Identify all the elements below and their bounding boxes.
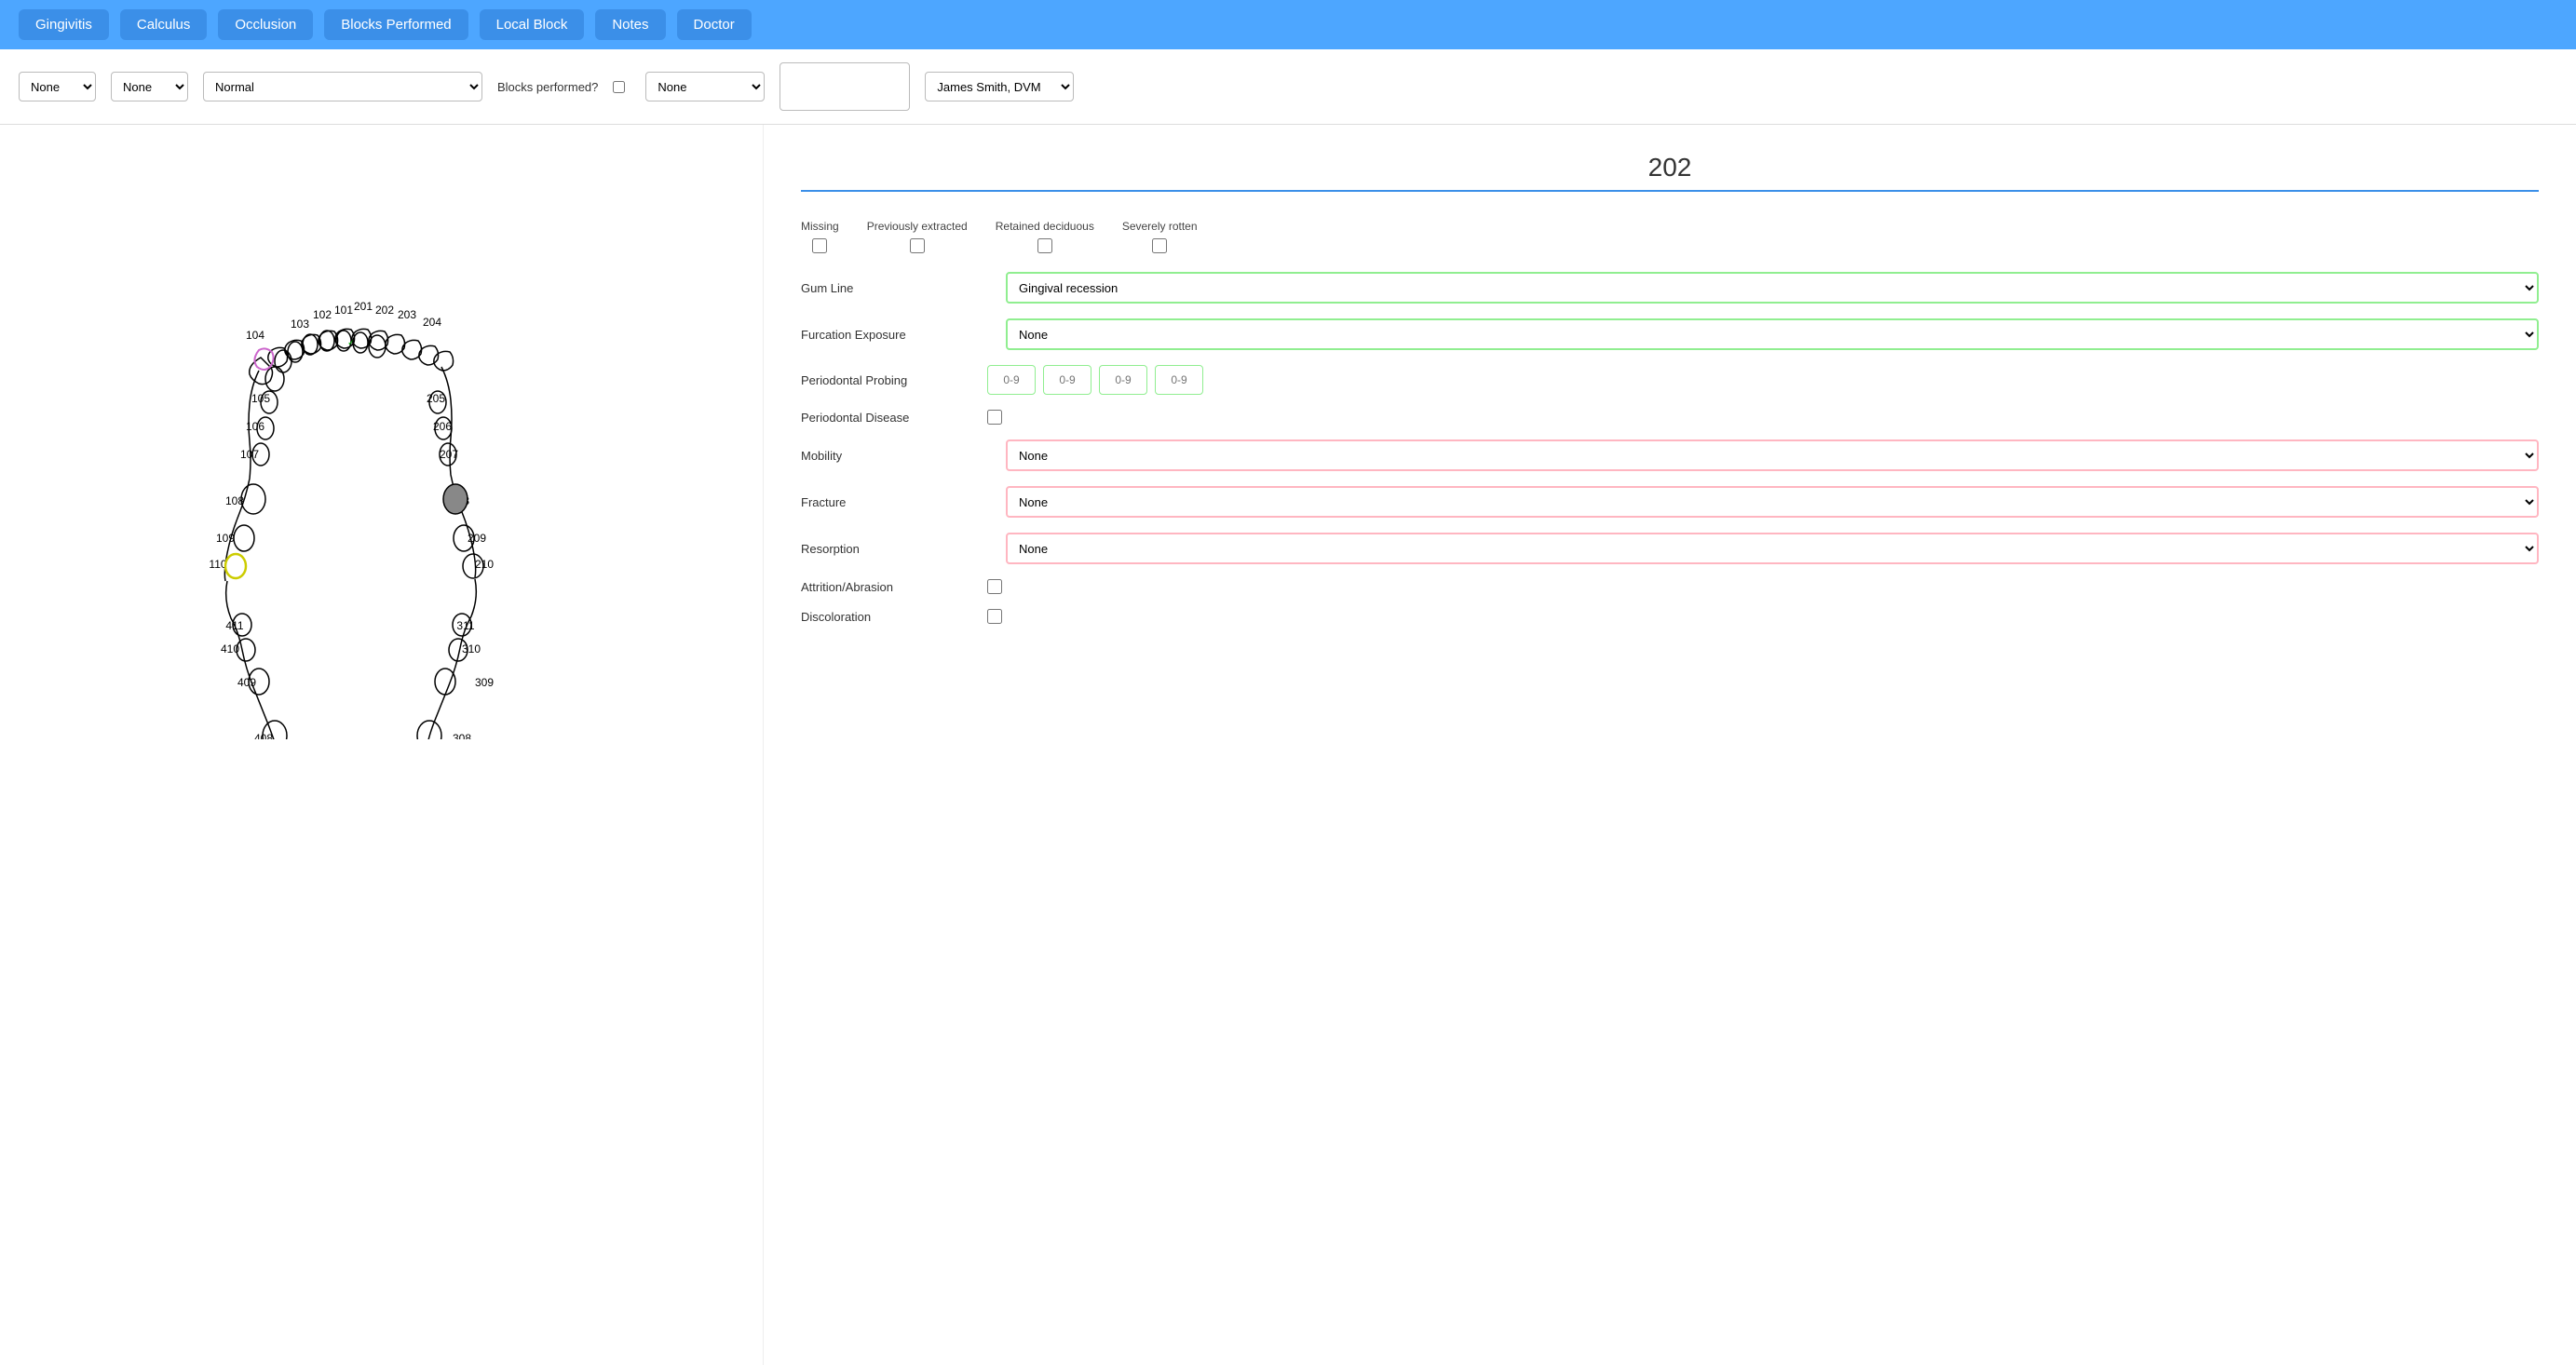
local-block-select[interactable]: None Inferior alveolar Mental Infraorbit…: [645, 72, 765, 101]
tooth-divider: [801, 190, 2539, 192]
tooth-110-shape[interactable]: [225, 554, 246, 578]
probing-input-1[interactable]: [987, 365, 1036, 395]
tooth-label-202: 202: [375, 304, 394, 317]
tooth-label-102: 102: [313, 308, 332, 321]
fracture-label: Fracture: [801, 495, 987, 509]
tooth-label-103: 103: [291, 318, 309, 331]
severely-rotten-checkbox[interactable]: [1152, 238, 1167, 253]
perio-disease-label: Periodontal Disease: [801, 411, 987, 425]
dental-chart-svg[interactable]: 104 103 102 101 201 202 203 204 105 106 …: [19, 143, 726, 739]
top-bar: Gingivitis Calculus Occlusion Blocks Per…: [0, 0, 2576, 49]
tooth-label-203: 203: [398, 308, 416, 321]
resorption-select[interactable]: None External Internal: [1006, 533, 2539, 564]
mobility-label: Mobility: [801, 449, 987, 463]
tooth-101-shape[interactable]: [303, 334, 318, 355]
mobility-row: Mobility None Stage 1 Stage 2 Stage 3: [801, 439, 2539, 471]
blocks-performed-label: Blocks performed?: [497, 80, 598, 94]
tooth-label-309: 309: [475, 676, 494, 689]
resorption-label: Resorption: [801, 542, 987, 556]
blocks-performed-button[interactable]: Blocks Performed: [324, 9, 468, 40]
attrition-label: Attrition/Abrasion: [801, 580, 987, 594]
dental-chart-panel: 104 103 102 101 201 202 203 204 105 106 …: [0, 125, 764, 1365]
missing-checkbox[interactable]: [812, 238, 827, 253]
tooth-109-shape[interactable]: [234, 525, 254, 551]
lower-right-arch: [427, 579, 476, 739]
blocks-performed-checkbox[interactable]: [613, 81, 625, 93]
missing-label: Missing: [801, 220, 839, 233]
attrition-row: Attrition/Abrasion: [801, 579, 2539, 594]
severely-rotten-status: Severely rotten: [1122, 220, 1198, 253]
occlusion-button[interactable]: Occlusion: [218, 9, 313, 40]
retained-deciduous-label: Retained deciduous: [996, 220, 1094, 233]
probing-label: Periodontal Probing: [801, 373, 987, 387]
tooth-label-204: 204: [423, 316, 441, 329]
gum-line-select[interactable]: Gingival recession None Gingival hyperpl…: [1006, 272, 2539, 304]
furcation-select[interactable]: None Stage 1 Stage 2 Stage 3: [1006, 318, 2539, 350]
previously-extracted-checkbox[interactable]: [910, 238, 925, 253]
missing-status: Missing: [801, 220, 839, 253]
perio-disease-row: Periodontal Disease: [801, 410, 2539, 425]
retained-deciduous-checkbox[interactable]: [1037, 238, 1052, 253]
tooth-number-title: 202: [801, 153, 2539, 182]
resorption-row: Resorption None External Internal: [801, 533, 2539, 564]
tooth-label-201: 201: [354, 300, 373, 313]
main-area: 104 103 102 101 201 202 203 204 105 106 …: [0, 125, 2576, 1365]
tooth-label-101: 101: [334, 304, 353, 317]
tooth-label-408: 408: [254, 732, 273, 739]
tooth-104-shape[interactable]: [265, 367, 284, 391]
local-block-button[interactable]: Local Block: [480, 9, 585, 40]
tooth-208-shape[interactable]: [443, 484, 468, 514]
perio-disease-checkbox[interactable]: [987, 410, 1002, 425]
furcation-row: Furcation Exposure None Stage 1 Stage 2 …: [801, 318, 2539, 350]
discoloration-label: Discoloration: [801, 610, 987, 624]
furcation-label: Furcation Exposure: [801, 328, 987, 342]
attrition-checkbox[interactable]: [987, 579, 1002, 594]
notes-button[interactable]: Notes: [595, 9, 665, 40]
probing-row: Periodontal Probing: [801, 365, 2539, 395]
sub-bar: None Stage 1 Stage 2 Stage 3 Stage 4 Non…: [0, 49, 2576, 125]
previously-extracted-label: Previously extracted: [867, 220, 968, 233]
fracture-select[interactable]: None Enamel Crown Crown+Pulp Root: [1006, 486, 2539, 518]
mobility-select[interactable]: None Stage 1 Stage 2 Stage 3: [1006, 439, 2539, 471]
tooth-status-row: Missing Previously extracted Retained de…: [801, 220, 2539, 253]
notes-textarea[interactable]: [780, 62, 910, 111]
tooth-label-308: 308: [453, 732, 471, 739]
tooth-203-shape[interactable]: [353, 332, 368, 353]
gum-line-label: Gum Line: [801, 281, 987, 295]
tooth-label-310: 310: [462, 642, 481, 655]
calculus-select[interactable]: None Stage 1 Stage 2 Stage 3: [111, 72, 188, 101]
tooth-detail-panel: 202 Missing Previously extracted Retaine…: [764, 125, 2576, 1365]
doctor-button[interactable]: Doctor: [677, 9, 752, 40]
occlusion-select[interactable]: Normal Class I Class II Class III Open B…: [203, 72, 482, 101]
gingivitis-select[interactable]: None Stage 1 Stage 2 Stage 3 Stage 4: [19, 72, 96, 101]
tooth-label-210: 210: [475, 558, 494, 571]
probing-input-4[interactable]: [1155, 365, 1203, 395]
probing-inputs: [987, 365, 1203, 395]
probing-input-3[interactable]: [1099, 365, 1147, 395]
tooth-201-shape[interactable]: [319, 331, 334, 351]
tooth-label-311: 311: [456, 619, 474, 632]
fracture-row: Fracture None Enamel Crown Crown+Pulp Ro…: [801, 486, 2539, 518]
tooth-label-104: 104: [246, 329, 264, 342]
severely-rotten-label: Severely rotten: [1122, 220, 1198, 233]
retained-deciduous-status: Retained deciduous: [996, 220, 1094, 253]
gingivitis-button[interactable]: Gingivitis: [19, 9, 109, 40]
upper-arch-right: [441, 367, 476, 577]
gum-line-row: Gum Line Gingival recession None Gingiva…: [801, 272, 2539, 304]
discoloration-row: Discoloration: [801, 609, 2539, 624]
probing-input-2[interactable]: [1043, 365, 1091, 395]
tooth-103-shape[interactable]: [275, 350, 291, 372]
tooth-309-shape[interactable]: [435, 669, 455, 695]
lower-left-arch: [226, 581, 278, 739]
discoloration-checkbox[interactable]: [987, 609, 1002, 624]
doctor-select[interactable]: James Smith, DVM: [925, 72, 1074, 101]
calculus-button[interactable]: Calculus: [120, 9, 208, 40]
dental-chart[interactable]: 104 103 102 101 201 202 203 204 105 106 …: [19, 143, 744, 749]
previously-extracted-status: Previously extracted: [867, 220, 968, 253]
